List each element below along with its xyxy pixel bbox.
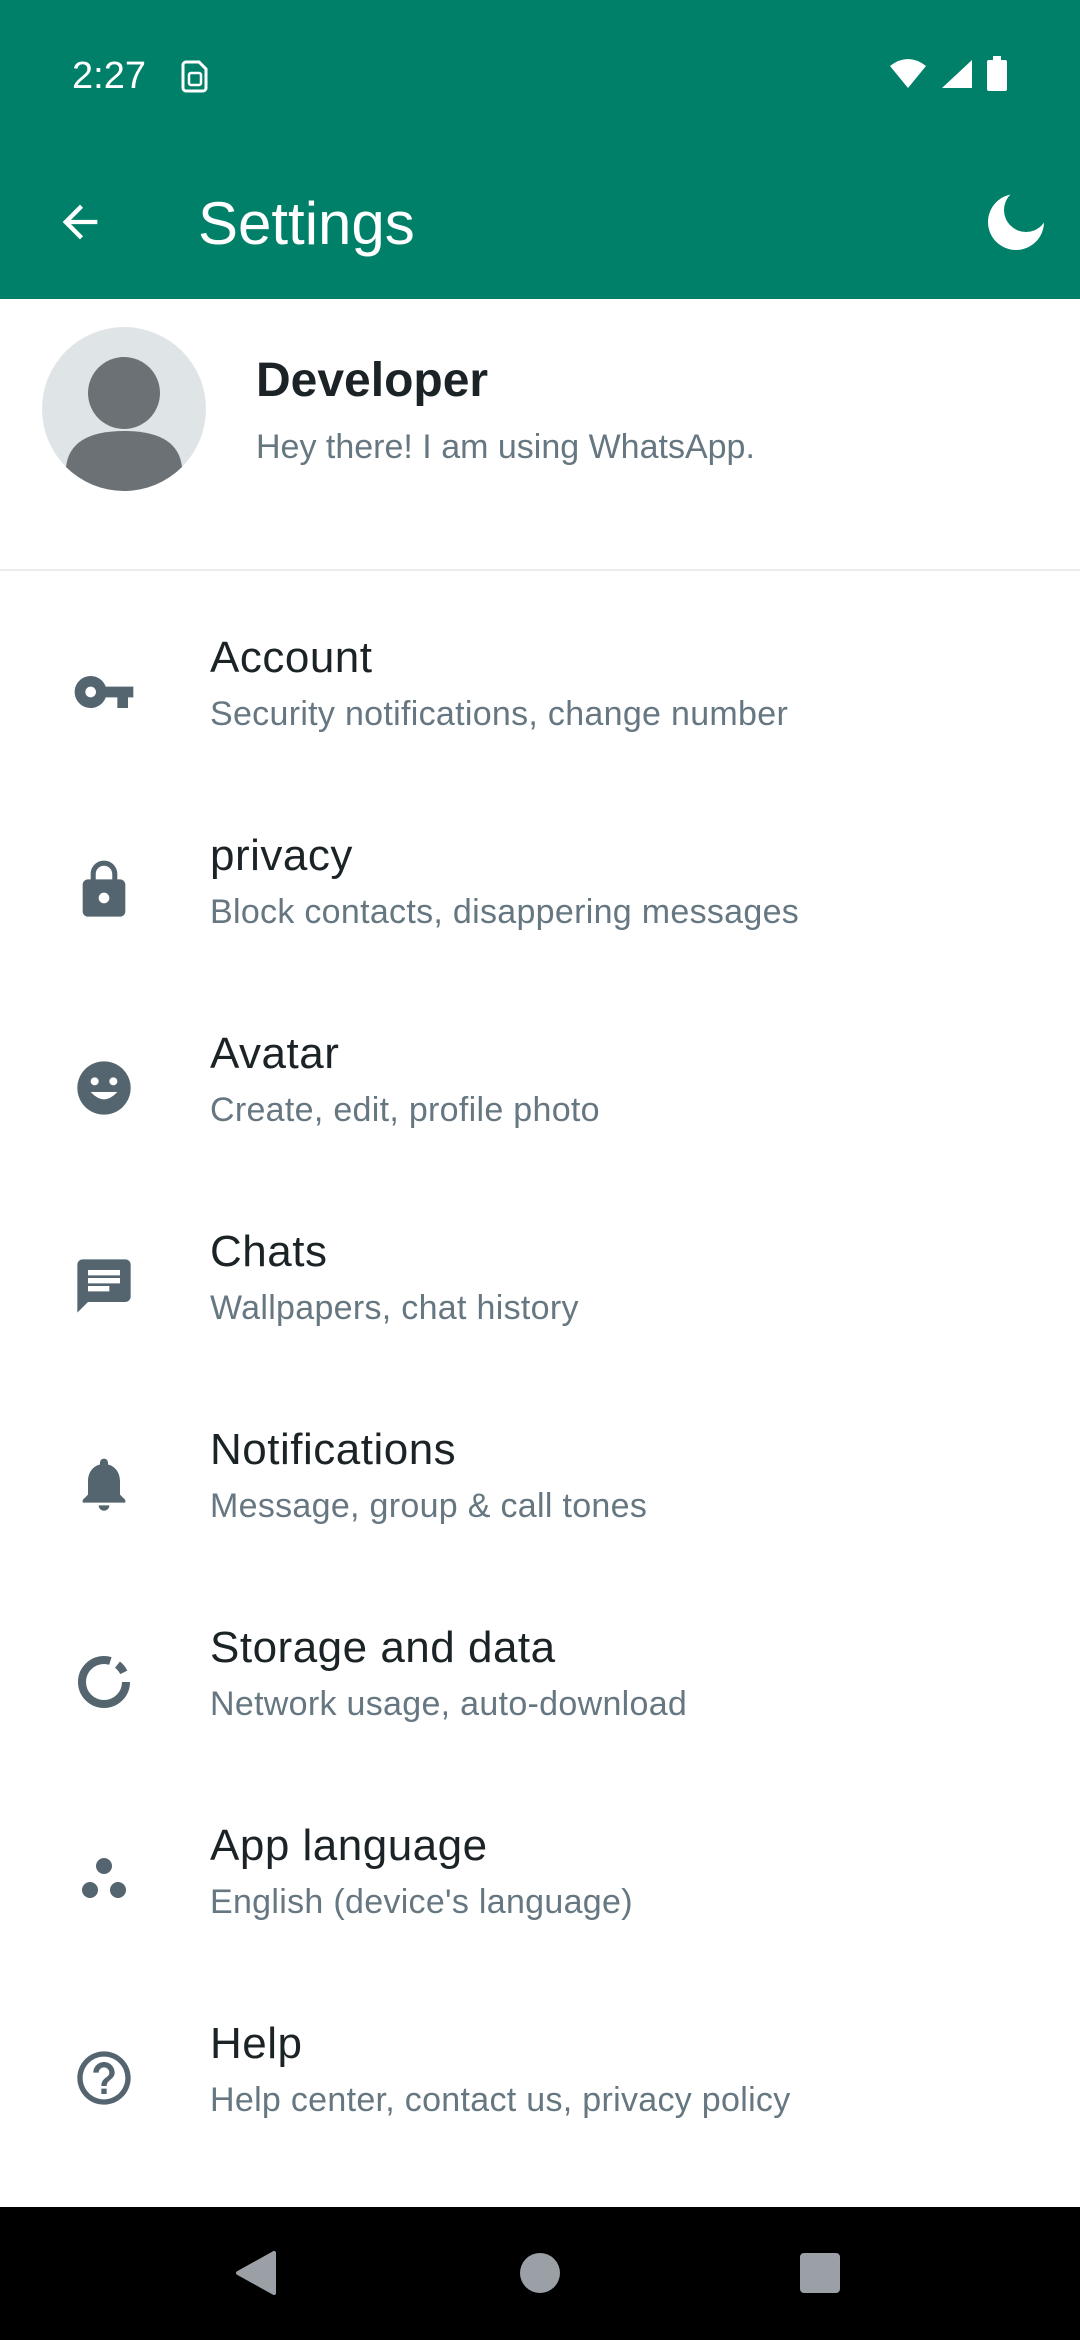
profile-section[interactable]: Developer Hey there! I am using WhatsApp… [0,299,1080,571]
settings-item-chats[interactable]: Chats Wallpapers, chat history [0,1184,1080,1382]
lock-icon [64,850,144,930]
item-subtitle: Network usage, auto-download [210,1685,688,1723]
status-icons [888,55,1008,97]
moon-icon [986,187,1048,257]
settings-item-notifications[interactable]: Notifications Message, group & call tone… [0,1382,1080,1580]
status-time: 2:27 [72,55,146,97]
help-icon [64,2038,144,2118]
arrow-back-icon [54,196,106,253]
settings-item-app-language[interactable]: App language English (device's language) [0,1778,1080,1976]
back-triangle-icon [234,2249,278,2302]
item-title: Avatar [210,1029,340,1078]
profile-about: Hey there! I am using WhatsApp. [256,428,755,466]
item-subtitle: Create, edit, profile photo [210,1091,600,1129]
key-icon [64,652,144,732]
item-title: Help [210,2019,303,2068]
recents-square-icon [798,2251,842,2300]
back-button[interactable] [40,184,120,264]
system-nav-bar [0,2207,1080,2340]
cellular-signal-icon [940,58,974,95]
item-subtitle: English (device's language) [210,1883,633,1921]
item-subtitle: Message, group & call tones [210,1487,648,1525]
storage-circle-icon [64,1642,144,1722]
item-title: Chats [210,1227,328,1276]
item-subtitle: Wallpapers, chat history [210,1289,579,1327]
theme-toggle-button[interactable] [976,184,1056,264]
page-title: Settings [198,190,415,257]
status-bar: 2:27 [0,0,1080,150]
item-subtitle: Help center, contact us, privacy policy [210,2081,791,2119]
avatar[interactable] [42,327,206,491]
battery-icon [986,55,1008,97]
settings-item-privacy[interactable]: privacy Block contacts, disappering mess… [0,788,1080,986]
wifi-icon [888,58,928,95]
profile-name: Developer [256,354,489,407]
item-title: Account [210,633,373,682]
smiley-icon [64,1048,144,1128]
item-subtitle: Block contacts, disappering messages [210,893,800,931]
chat-icon [64,1246,144,1326]
settings-item-storage[interactable]: Storage and data Network usage, auto-dow… [0,1580,1080,1778]
item-title: App language [210,1821,488,1870]
sim-card-icon [180,58,210,94]
settings-item-avatar[interactable]: Avatar Create, edit, profile photo [0,986,1080,1184]
bell-icon [64,1444,144,1524]
nav-recents-button[interactable] [788,2243,852,2307]
item-title: Notifications [210,1425,457,1474]
home-circle-icon [518,2251,562,2300]
settings-item-help[interactable]: Help Help center, contact us, privacy po… [0,1976,1080,2174]
nav-back-button[interactable] [224,2243,288,2307]
language-dots-icon [64,1840,144,1920]
app-bar: Settings [0,150,1080,299]
item-subtitle: Security notifications, change number [210,695,789,733]
nav-home-button[interactable] [508,2243,572,2307]
settings-item-account[interactable]: Account Security notifications, change n… [0,590,1080,788]
item-title: privacy [210,831,353,880]
item-title: Storage and data [210,1623,556,1672]
